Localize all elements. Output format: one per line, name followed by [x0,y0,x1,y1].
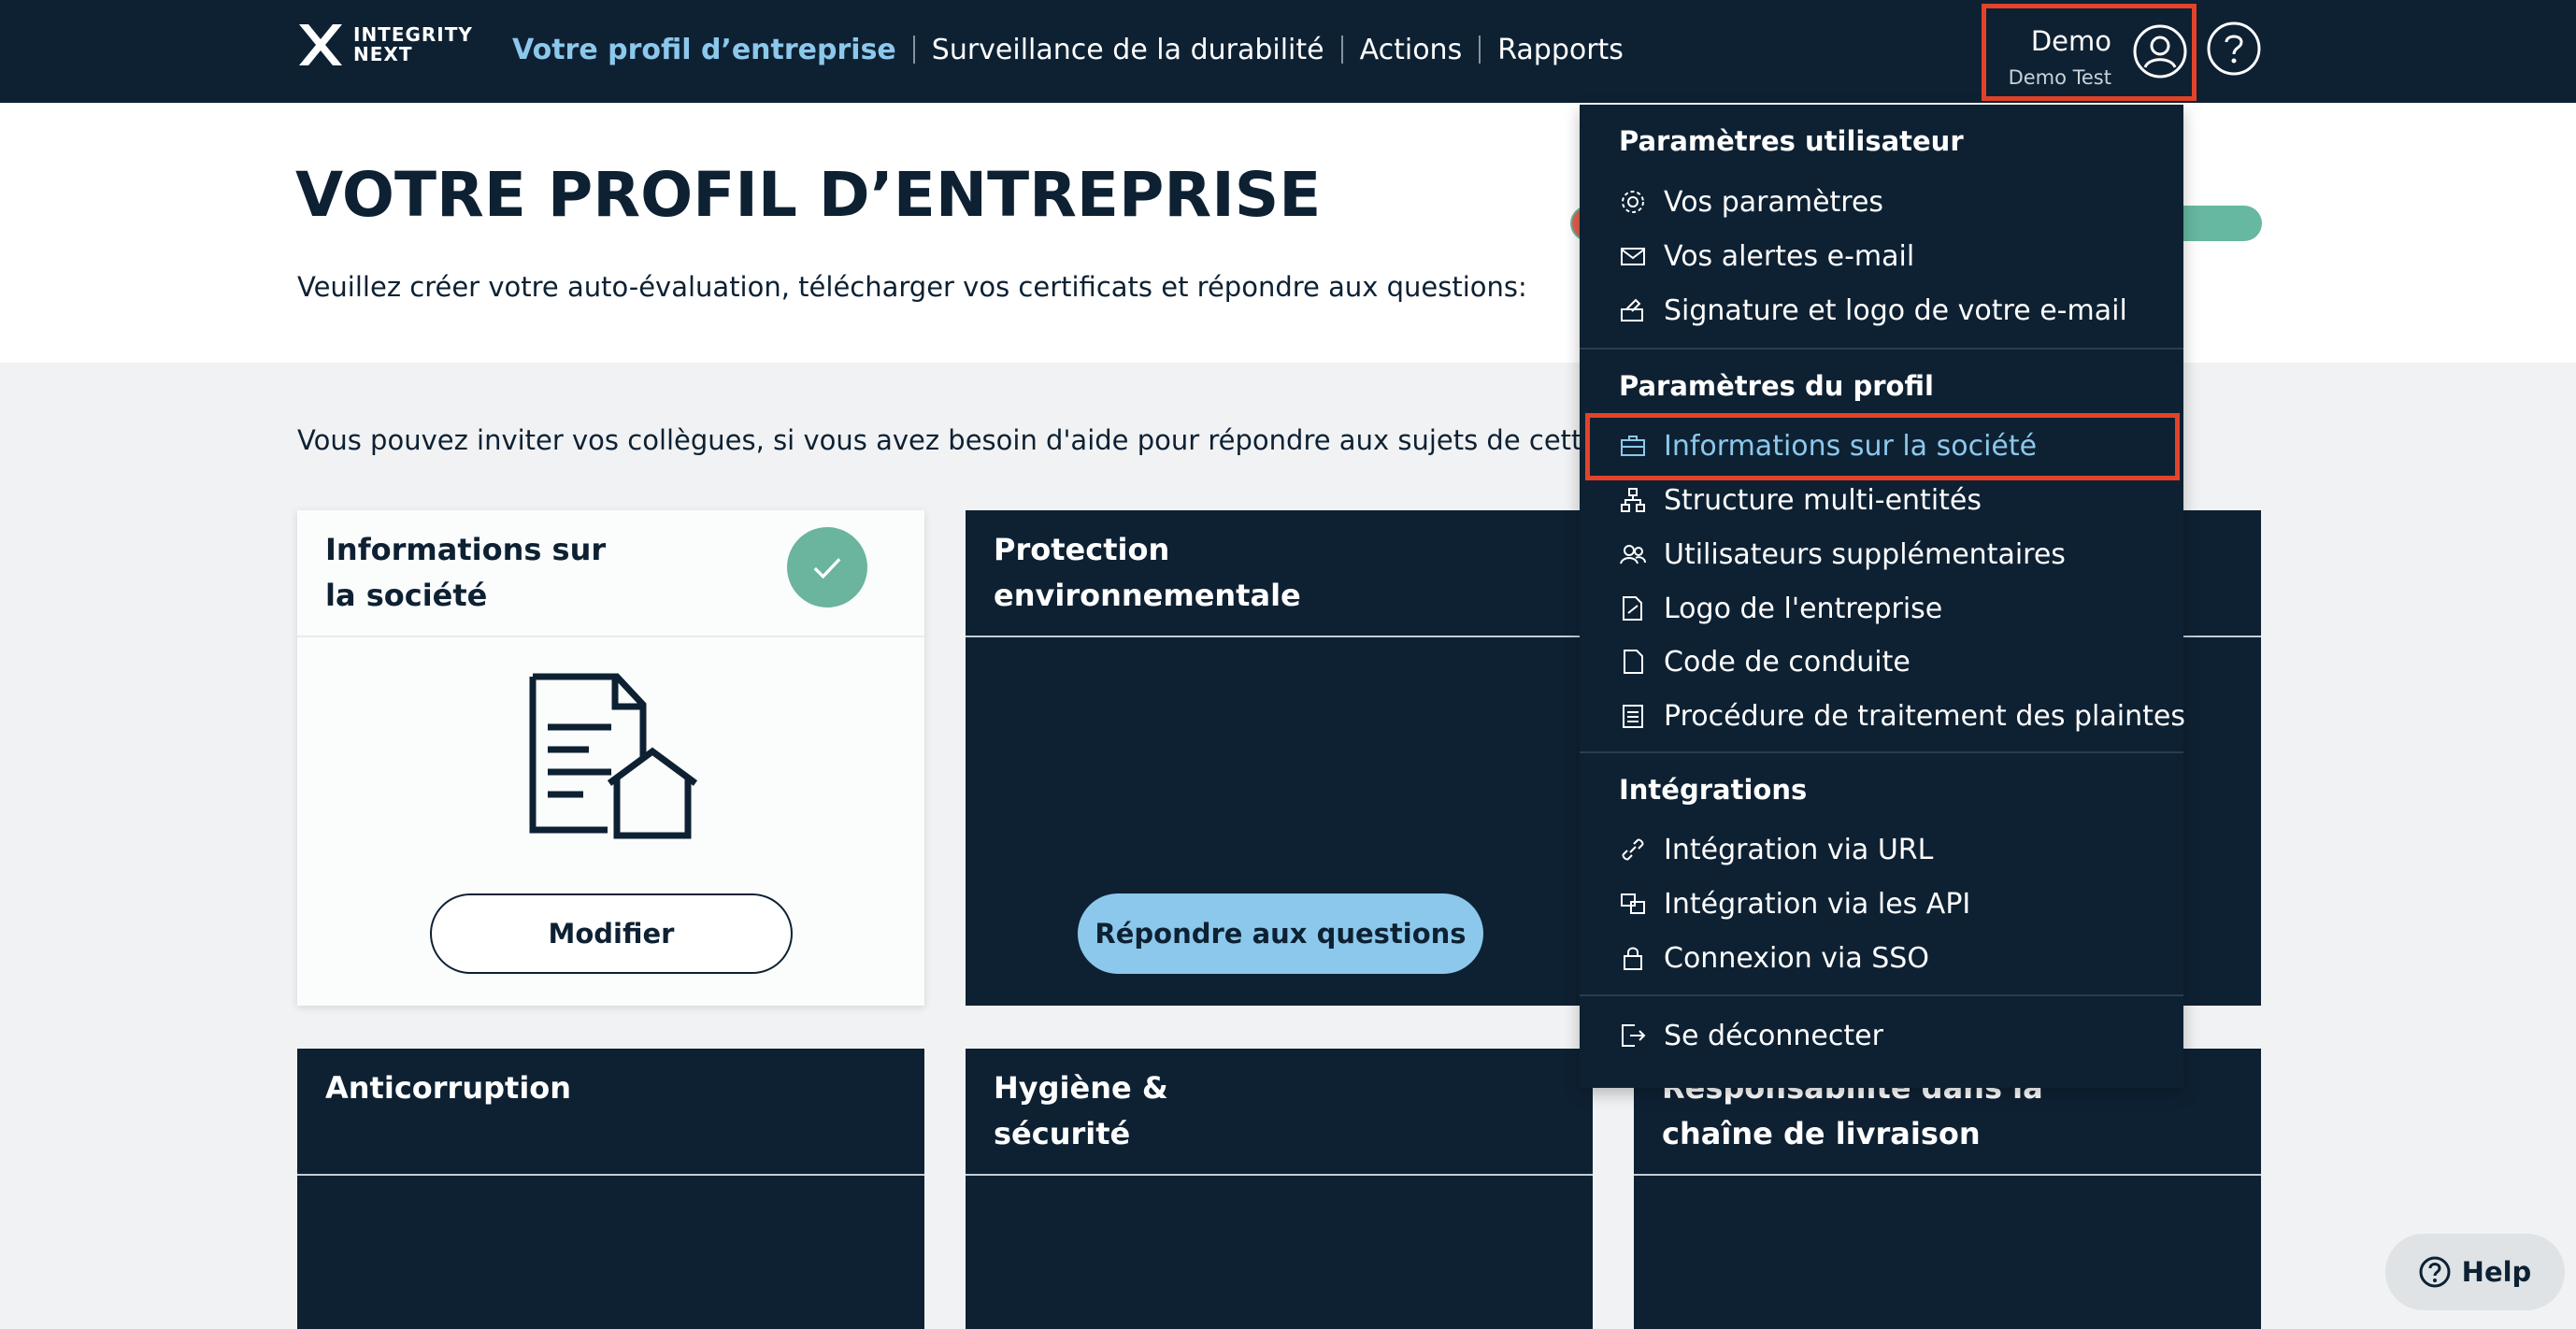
menu-item-label: Procédure de traitement des plaintes [1664,699,2185,733]
card-company-info: Informations sur la société Modifier [297,510,924,1006]
document-icon [1624,650,1643,674]
help-button[interactable]: Help [2385,1234,2565,1310]
card-supply-chain: Responsabilité dans la chaîne de livrais… [1634,1049,2261,1329]
completed-check-icon [787,527,867,607]
menu-item-your-settings[interactable]: Vos paramètres [1619,181,1883,222]
hierarchy-icon [1621,488,1645,512]
card-divider [966,636,1593,637]
menu-divider [1580,348,2183,350]
menu-item-label: Logo de l'entreprise [1664,592,1943,625]
menu-item-email-alerts[interactable]: Vos alertes e-mail [1619,236,1914,277]
document-edit-icon [1623,596,1642,621]
menu-item-label: Intégration via URL [1664,833,1934,866]
menu-item-sso-login[interactable]: Connexion via SSO [1619,937,1929,979]
menu-item-label: Se déconnecter [1664,1019,1883,1052]
user-avatar-icon [2133,24,2187,79]
nav-item-actions[interactable]: Actions [1360,34,1463,66]
main-nav: Votre profil d’entreprise Surveillance d… [512,31,1624,68]
card-divider [297,1174,924,1176]
card-divider [297,636,924,637]
api-icon [1621,893,1645,914]
menu-item-label: Informations sur la société [1664,429,2038,463]
signature-icon [1621,298,1643,322]
gear-icon [1622,191,1644,213]
menu-item-label: Intégration via les API [1664,887,1971,921]
nav-separator [1479,36,1481,64]
card-divider [966,1174,1593,1176]
menu-item-code-of-conduct[interactable]: Code de conduite [1619,641,1911,682]
card-title: Anticorruption [325,1070,572,1106]
nav-separator [912,36,915,64]
menu-item-api-integration[interactable]: Intégration via les API [1619,883,1970,924]
menu-item-complaints-procedure[interactable]: Procédure de traitement des plaintes [1619,695,2185,736]
help-button-label: Help [2461,1256,2532,1288]
clipboard-icon [1623,705,1643,728]
card-title: Informations sur la société [325,532,607,613]
section-user-settings: Paramètres utilisateur [1619,125,1964,157]
card-anticorruption: Anticorruption [297,1049,924,1329]
menu-divider [1580,994,2183,996]
lock-icon [1624,947,1642,970]
card-health-safety: Hygiène & sécurité [966,1049,1593,1329]
user-settings-dropdown: Paramètres utilisateur Vos paramètres Vo… [1580,105,2185,1088]
menu-item-company-info[interactable]: Informations sur la société [1619,425,2037,466]
menu-item-label: Connexion via SSO [1664,941,1929,975]
menu-item-label: Vos alertes e-mail [1664,239,1915,273]
nav-item-reports[interactable]: Rapports [1497,34,1624,66]
user-menu-toggle[interactable]: Demo Demo Test [1982,4,2197,101]
nav-item-profile[interactable]: Votre profil d’entreprise [512,34,896,66]
answer-questions-button[interactable]: Répondre aux questions [1078,893,1483,974]
user-name: Demo [2030,25,2111,57]
menu-item-email-signature[interactable]: Signature et logo de votre e-mail [1619,290,2127,331]
menu-item-label: Structure multi-entités [1664,483,1982,517]
envelope-icon [1621,248,1645,265]
invite-colleagues-text: Vous pouvez inviter vos collègues, si vo… [297,424,1587,456]
menu-divider [1580,751,2183,753]
menu-item-label: Code de conduite [1664,645,1911,679]
users-icon [1620,545,1646,564]
menu-item-label: Signature et logo de votre e-mail [1664,293,2127,327]
briefcase-icon [1621,436,1645,456]
card-title: Hygiène & sécurité [994,1070,1168,1151]
help-question-icon[interactable] [2206,21,2262,77]
section-integrations: Intégrations [1619,774,1808,806]
menu-item-multi-entity[interactable]: Structure multi-entités [1619,479,1982,521]
top-navigation-bar: INTEGRITY NEXT Votre profil d’entreprise… [0,0,2576,103]
link-icon [1622,838,1644,861]
question-icon [2419,1256,2451,1288]
card-divider [1634,1174,2261,1176]
page-subtitle: Veuillez créer votre auto-évaluation, té… [297,271,1527,303]
logo-text-line2: NEXT [353,43,413,65]
nav-separator [1340,36,1343,64]
logo-x-icon [299,24,342,65]
integrity-next-logo[interactable]: INTEGRITY NEXT [295,19,482,71]
card-environmental-protection: Protection environnementale Répondre aux… [966,510,1593,1006]
logout-icon [1622,1024,1646,1047]
edit-button[interactable]: Modifier [430,893,793,974]
page-title: VOTRE PROFIL D’ENTREPRISE [295,159,1322,231]
menu-item-url-integration[interactable]: Intégration via URL [1619,829,1933,870]
menu-item-company-logo[interactable]: Logo de l'entreprise [1619,588,1942,629]
menu-item-label: Utilisateurs supplémentaires [1664,537,2066,571]
menu-item-logout[interactable]: Se déconnecter [1619,1015,1883,1056]
menu-item-additional-users[interactable]: Utilisateurs supplémentaires [1619,534,2066,575]
nav-item-monitoring[interactable]: Surveillance de la durabilité [932,34,1324,66]
section-profile-settings: Paramètres du profil [1619,370,1934,402]
user-company: Demo Test [2008,66,2111,89]
card-title: Protection environnementale [994,532,1301,613]
logo-text-line1: INTEGRITY [353,23,473,46]
page-header: VOTRE PROFIL D’ENTREPRISE Veuillez créer… [0,103,2576,363]
document-house-icon [529,673,698,839]
menu-item-label: Vos paramètres [1664,185,1884,219]
